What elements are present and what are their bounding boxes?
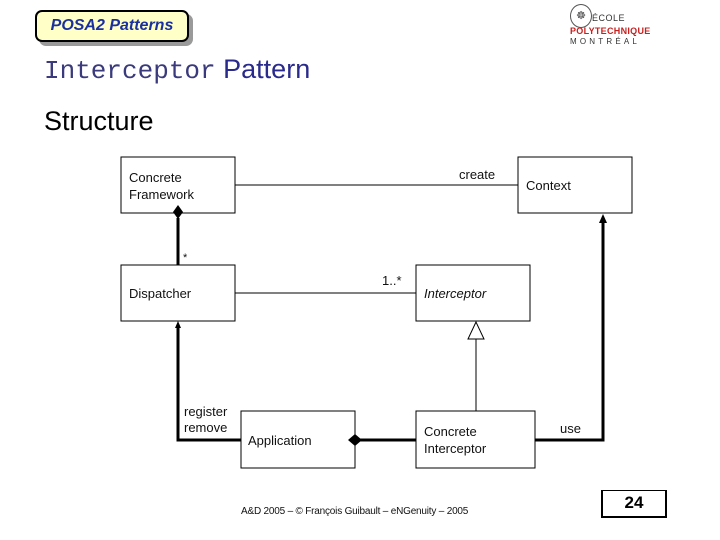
class-label-line: Framework — [129, 187, 195, 202]
relation-label-use: use — [560, 421, 581, 436]
arrowhead-dispatcher-icon — [175, 321, 181, 328]
class-label-application: Application — [248, 433, 312, 448]
class-label-line: Interceptor — [424, 441, 487, 456]
relation-label-create: create — [459, 167, 496, 182]
class-label-context: Context — [526, 178, 571, 193]
use-dependency-line — [535, 222, 605, 442]
class-label-interceptor: Interceptor — [424, 286, 487, 301]
uml-class-diagram — [120, 156, 633, 469]
relation-label-register-remove: register remove — [184, 404, 227, 436]
multiplicity-one-many: 1..* — [382, 273, 402, 288]
class-label-concrete-framework: Concrete Framework — [129, 169, 194, 203]
footer-text: A&D 2005 – © François Guibault – eNGenui… — [241, 506, 469, 517]
generalization-triangle-icon — [467, 320, 485, 340]
class-label-line: Concrete — [129, 170, 182, 185]
multiplicity-star: * — [183, 252, 188, 264]
class-label-line: Concrete — [424, 424, 477, 439]
class-label-dispatcher: Dispatcher — [129, 286, 192, 301]
relation-label-line: register — [184, 404, 228, 419]
arrowhead-context-icon — [599, 214, 607, 223]
page-number: 24 — [601, 490, 667, 518]
class-label-concrete-interceptor: Concrete Interceptor — [424, 423, 486, 457]
relation-label-line: remove — [184, 420, 228, 435]
